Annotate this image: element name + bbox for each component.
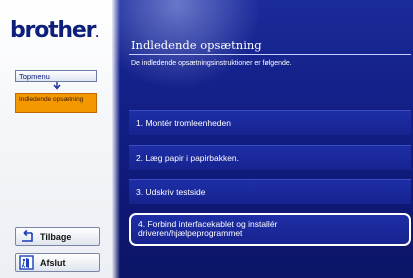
nav-topmenu[interactable]: Topmenu bbox=[15, 70, 97, 82]
step-2-label: 2. Læg papir i papirbakken. bbox=[136, 153, 240, 163]
title-divider bbox=[129, 54, 411, 55]
nav-topmenu-label: Topmenu bbox=[19, 72, 50, 81]
step-1-label: 1. Montér tromleenheden bbox=[136, 118, 231, 128]
exit-button-label: Afslut bbox=[40, 257, 66, 268]
panel-edge-glow bbox=[112, 0, 120, 278]
nav-current-step[interactable]: Indledende opsætning bbox=[15, 93, 97, 113]
step-3-button[interactable]: 3. Udskriv testside bbox=[129, 179, 411, 204]
back-arrow-icon bbox=[19, 229, 35, 244]
step-1-button[interactable]: 1. Montér tromleenheden bbox=[129, 110, 411, 135]
step-4-label: 4. Forbind interfacekablet og installér … bbox=[138, 219, 278, 238]
back-button[interactable]: Tilbage bbox=[15, 227, 100, 246]
exit-button[interactable]: Afslut bbox=[15, 253, 100, 272]
step-4-button[interactable]: 4. Forbind interfacekablet og installér … bbox=[129, 213, 411, 246]
main-panel: Indledende opsætning De indledende opsæt… bbox=[112, 0, 413, 278]
left-sidebar: brother. Topmenu Indledende opsætning Ti… bbox=[0, 0, 112, 278]
brother-logo: brother. bbox=[10, 18, 100, 43]
exit-door-icon bbox=[19, 255, 35, 270]
page-title: Indledende opsætning bbox=[131, 38, 262, 52]
nav-current-label: Indledende opsætning bbox=[19, 96, 84, 103]
step-3-label: 3. Udskriv testside bbox=[136, 187, 206, 197]
step-2-button[interactable]: 2. Læg papir i papirbakken. bbox=[129, 145, 411, 170]
back-button-label: Tilbage bbox=[40, 231, 72, 242]
down-arrow-icon bbox=[52, 82, 62, 90]
app-window: brother. Topmenu Indledende opsætning Ti… bbox=[0, 0, 413, 278]
intro-text: De indledende opsætningsinstruktioner er… bbox=[131, 60, 292, 67]
